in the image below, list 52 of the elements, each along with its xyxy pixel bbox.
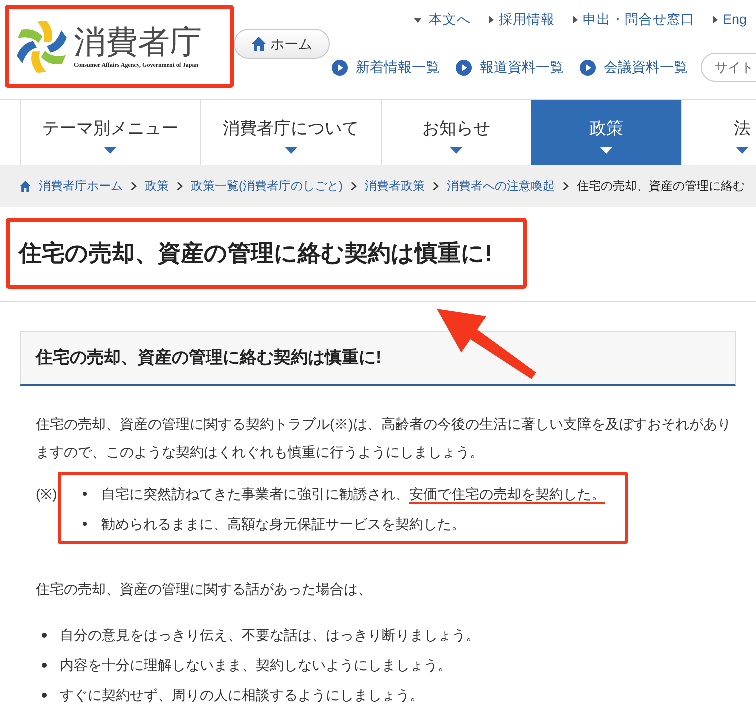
section-heading: 住宅の売却、資産の管理に絡む契約は慎重に! xyxy=(36,347,382,370)
home-button[interactable]: ホーム xyxy=(234,29,330,59)
site-search-field[interactable]: サイト xyxy=(701,53,756,82)
breadcrumb-link[interactable]: 政策 xyxy=(145,177,169,195)
breadcrumb-current: 住宅の売却、資産の管理に絡む xyxy=(577,178,745,195)
quick-link[interactable]: 会議資料一覧 xyxy=(580,57,688,78)
page-title: 住宅の売却、資産の管理に絡む契約は慎重に! xyxy=(19,239,493,268)
chevron-right-icon xyxy=(177,182,183,190)
utility-link[interactable]: 申出・問合せ窓口 xyxy=(572,10,695,30)
utility-link[interactable]: 本文へ xyxy=(414,10,471,30)
nav-tab[interactable]: 政策 xyxy=(531,100,681,165)
caret-right-icon xyxy=(573,16,578,24)
quick-link[interactable]: 新着情報一覧 xyxy=(332,57,440,78)
bullet-icon xyxy=(83,522,88,526)
caret-right-icon xyxy=(489,16,494,24)
bullet-icon xyxy=(42,632,47,638)
tip-item: すぐに契約せず、周りの人に相談するようにしましょう。 xyxy=(60,686,424,705)
note-item: 自宅に突然訪ねてきた事業者に強引に勧誘され、安価で住宅の売却を契約した。 xyxy=(101,485,606,506)
breadcrumb-link[interactable]: 消費者への注意喚起 xyxy=(447,177,555,195)
tip-item: 自分の意見をはっきり伝え、不要な話は、はっきり断りましょう。 xyxy=(60,626,480,644)
chevron-right-icon xyxy=(131,182,137,190)
breadcrumb-link[interactable]: 消費者庁ホーム xyxy=(20,177,123,195)
tip-item: 内容を十分に理解しないまま、契約しないようにしましょう。 xyxy=(60,656,452,674)
lead-paragraph: 住宅の売却、資産の管理に関する話があった場合は、 xyxy=(35,580,373,599)
play-circle-icon xyxy=(456,60,472,76)
caret-down-icon xyxy=(736,147,749,154)
caret-down-icon xyxy=(450,147,463,154)
note-marker: (※) xyxy=(36,485,58,504)
caret-down-icon xyxy=(284,147,298,154)
breadcrumb-link[interactable]: 政策一覧(消費者庁のしごと) xyxy=(191,177,343,195)
bullet-icon xyxy=(83,492,88,496)
note-item: 勧められるままに、高額な身元保証サービスを契約した。 xyxy=(101,515,466,534)
utility-link[interactable]: Eng xyxy=(712,10,748,30)
quick-link[interactable]: 報道資料一覧 xyxy=(456,57,564,78)
pinwheel-logo-icon xyxy=(15,20,69,74)
utility-link[interactable]: 採用情報 xyxy=(488,10,555,30)
logo-wordmark: 消費者庁 xyxy=(74,24,202,60)
chevron-right-icon xyxy=(433,182,439,190)
caret-down-icon xyxy=(104,147,117,154)
home-icon xyxy=(252,37,266,51)
chevron-right-icon xyxy=(351,182,357,190)
caret-down-icon xyxy=(600,147,613,154)
bullet-icon xyxy=(42,662,47,668)
play-circle-icon xyxy=(332,60,348,76)
intro-paragraph: 住宅の売却、資産の管理に関する契約トラブル(※)は、高齢者の今後の生活に著しい支障を及ぼすおそれがありますので、このような契約はくれぐれも慎重に行うようにしましょう。 xyxy=(35,415,732,462)
chevron-right-icon xyxy=(563,182,569,190)
play-circle-icon xyxy=(580,60,596,76)
home-icon xyxy=(20,180,31,192)
breadcrumb-link[interactable]: 消費者政策 xyxy=(365,177,425,195)
caret-right-icon xyxy=(713,16,718,24)
caret-down-icon xyxy=(414,18,422,22)
bullet-icon xyxy=(42,692,47,698)
